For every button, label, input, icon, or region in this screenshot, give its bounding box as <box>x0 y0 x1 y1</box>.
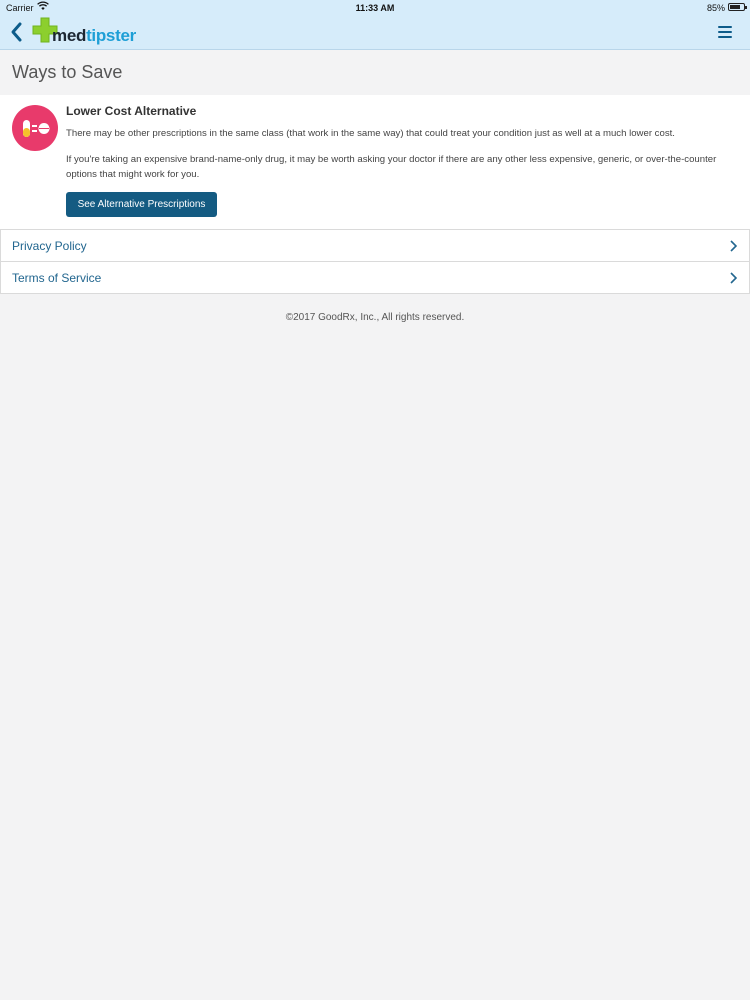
nav-bar: medtipster <box>0 15 750 50</box>
card-advice: If you're taking an expensive brand-name… <box>66 154 717 180</box>
hamburger-menu-icon[interactable] <box>716 24 734 39</box>
chevron-right-icon <box>730 240 737 252</box>
battery-icon <box>728 3 747 11</box>
battery-percent: 85% <box>706 3 725 13</box>
chevron-left-icon[interactable] <box>8 21 24 43</box>
medtipster-logo[interactable]: medtipster <box>32 17 142 47</box>
lower-cost-alternative-card: Lower Cost Alternative There may be othe… <box>0 95 750 229</box>
logo-text-med: med <box>52 26 87 45</box>
status-time: 11:33 AM <box>355 3 395 13</box>
terms-of-service-label: Terms of Service <box>12 271 102 285</box>
page-title: Ways to Save <box>12 62 123 82</box>
see-alternative-prescriptions-button[interactable]: See Alternative Prescriptions <box>66 192 217 217</box>
logo-text-tipster: tipster <box>86 26 136 45</box>
card-heading: Lower Cost Alternative <box>66 104 197 118</box>
app-header: Carrier 11:33 AM 85% medtipster <box>0 0 750 50</box>
links-list: Privacy Policy Terms of Service <box>0 229 750 294</box>
copyright-footer: ©2017 GoodRx, Inc., All rights reserved. <box>285 312 465 323</box>
privacy-policy-link[interactable]: Privacy Policy <box>1 230 749 262</box>
pill-equals-tablet-icon <box>12 105 58 151</box>
terms-of-service-link[interactable]: Terms of Service <box>1 262 749 294</box>
chevron-right-icon <box>730 272 737 284</box>
card-description: There may be other prescriptions in the … <box>66 128 675 139</box>
status-bar: Carrier 11:33 AM 85% <box>0 0 750 15</box>
privacy-policy-label: Privacy Policy <box>12 239 87 253</box>
